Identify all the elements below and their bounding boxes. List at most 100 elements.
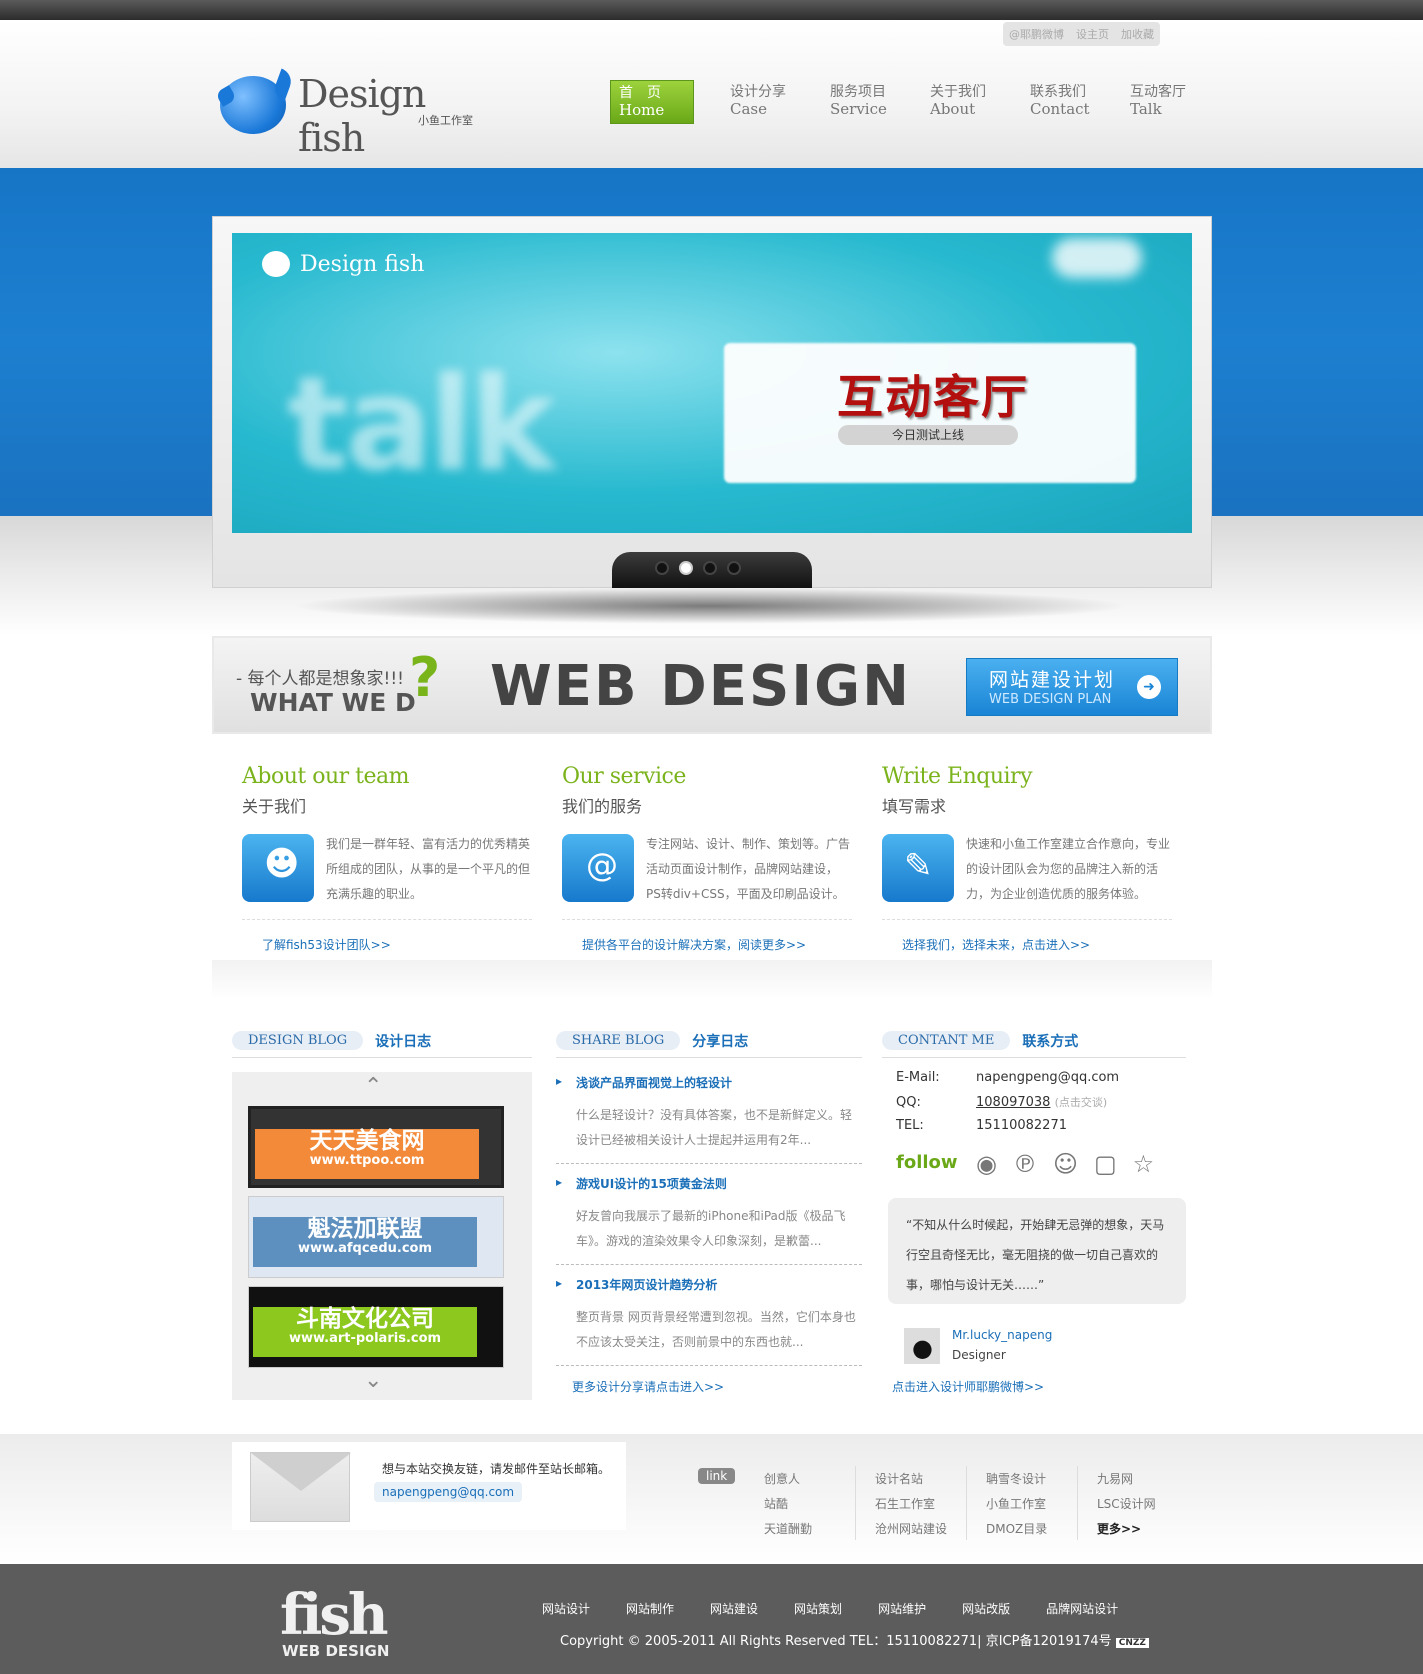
footer-nav-item[interactable]: 网站设计 <box>542 1600 590 1617</box>
slider-dot[interactable] <box>727 561 741 575</box>
team-icon: ☻ <box>242 834 314 902</box>
nav-service[interactable]: 服务项目 Service <box>822 80 910 124</box>
about-team-column: About our team 关于我们 ☻ 我们是一群年轻、富有活力的优秀精英所… <box>242 764 532 964</box>
section-tag: SHARE BLOG <box>556 1031 681 1050</box>
exchange-links-text: 想与本站交换友链，请发邮件至站长邮箱。 <box>382 1462 611 1476</box>
friend-link[interactable]: 九易网 <box>1097 1470 1133 1487</box>
slider-screen[interactable]: Design fish talk 互动客厅 今日测试上线 <box>232 233 1192 533</box>
copyright: Copyright © 2005-2011 All Rights Reserve… <box>560 1634 1112 1649</box>
monitor-shadow <box>290 588 1130 624</box>
document-edit-icon: ✎ <box>882 834 954 902</box>
more-links[interactable]: 更多>> <box>1097 1520 1141 1537</box>
site-logo[interactable]: Design fish 小鱼工作室 <box>215 68 488 160</box>
designer-name[interactable]: Mr.lucky_napeng <box>952 1328 1052 1342</box>
slider-dot-active[interactable] <box>679 561 693 575</box>
label: TEL: <box>896 1118 924 1133</box>
article-title[interactable]: 游戏UI设计的15项黄金法则 <box>556 1175 862 1192</box>
copyright-text: Copyright © 2005-2011 All Rights Reserve… <box>560 1630 1149 1649</box>
friend-link[interactable]: 沧州网站建设 <box>875 1520 947 1537</box>
qq-icon[interactable]: ☺ <box>1053 1150 1078 1178</box>
article-item: 游戏UI设计的15项黄金法则 好友曾向我展示了最新的iPhone和iPad版《极… <box>556 1175 862 1265</box>
nav-label-en: Talk <box>1130 100 1162 118</box>
blog-thumb[interactable]: 天天美食网 www.ttpoo.com <box>248 1106 504 1188</box>
chevron-up-icon[interactable]: ⌃ <box>364 1074 382 1099</box>
nav-talk[interactable]: 互动客厅 Talk <box>1122 80 1210 124</box>
contact-header: CONTANT ME 联系方式 <box>882 1024 1186 1058</box>
article-desc: 什么是轻设计？没有具体答案，也不是新鲜定义。轻设计已经被相关设计人士提起并运用有… <box>576 1108 853 1147</box>
friend-link[interactable]: LSC设计网 <box>1097 1495 1156 1512</box>
nav-label: 关于我们 <box>930 84 986 100</box>
share-more-link[interactable]: 更多设计分享请点击进入>> <box>572 1378 724 1395</box>
label: QQ: <box>896 1095 921 1110</box>
web-design-plan-button[interactable]: 网站建设计划 WEB DESIGN PLAN ➜ <box>966 658 1178 716</box>
blog-thumb[interactable]: 斗南文化公司 www.art-polaris.com <box>248 1286 504 1368</box>
footer-nav-item[interactable]: 网站建设 <box>710 1600 758 1617</box>
nav-case[interactable]: 设计分享 Case <box>722 80 810 124</box>
article-desc: 整页背景 网页背景经常遭到忽视。当然，它们本身也不应该太受关注，否则前景中的东西… <box>576 1310 856 1349</box>
column-subtitle: 填写需求 <box>882 797 947 816</box>
footer-nav-item[interactable]: 网站策划 <box>794 1600 842 1617</box>
person-icon: ● <box>912 1334 933 1362</box>
slider-dot[interactable] <box>655 561 669 575</box>
thumb-url: www.afqcedu.com <box>297 1241 433 1257</box>
tel-row: TEL: 15110082271 <box>896 1118 1067 1133</box>
cloud-decoration <box>1052 238 1142 278</box>
friend-link[interactable]: 站酷 <box>764 1495 788 1512</box>
article-item: 2013年网页设计趋势分析 整页背景 网页背景经常遭到忽视。当然，它们本身也不应… <box>556 1276 862 1366</box>
friend-link[interactable]: 小鱼工作室 <box>986 1495 1046 1512</box>
section-title: 设计日志 <box>375 1033 432 1050</box>
friend-link[interactable]: 聃雪冬设计 <box>986 1470 1046 1487</box>
footer-nav-item[interactable]: 网站改版 <box>962 1600 1010 1617</box>
about-team-more-link[interactable]: 了解fish53设计团队>> <box>262 936 391 953</box>
thumb-label: 斗南文化公司 www.art-polaris.com <box>253 1306 477 1357</box>
link-tag: link <box>698 1468 736 1484</box>
weibo-link[interactable]: @耶鹏微博 <box>1009 26 1064 42</box>
nav-about[interactable]: 关于我们 About <box>922 80 1010 124</box>
qq-note: (点击交谈) <box>1054 1096 1108 1109</box>
footer-logo: fish <box>280 1582 389 1648</box>
add-favorite-link[interactable]: 加收藏 <box>1121 26 1154 42</box>
article-title[interactable]: 2013年网页设计趋势分析 <box>556 1276 862 1293</box>
chevron-down-icon[interactable]: ⌄ <box>364 1368 382 1393</box>
friend-link[interactable]: 设计名站 <box>875 1470 923 1487</box>
weibo-icon[interactable]: ◉ <box>976 1150 997 1178</box>
friend-link[interactable]: 天道酬勤 <box>764 1520 812 1537</box>
cnzz-badge[interactable]: CNZZ <box>1115 1638 1149 1648</box>
friend-link[interactable]: DMOZ目录 <box>986 1520 1047 1537</box>
banner-title: WEB DESIGN <box>490 654 911 719</box>
nav-contact[interactable]: 联系我们 Contact <box>1022 80 1110 124</box>
enquiry-more-link[interactable]: 选择我们，选择未来，点击进入>> <box>902 936 1090 953</box>
divider <box>882 919 1172 920</box>
qq-value[interactable]: 108097038 <box>976 1095 1050 1110</box>
email-value[interactable]: napengpeng@qq.com <box>976 1070 1119 1085</box>
arrow-right-icon: ➜ <box>1137 675 1161 699</box>
service-more-link[interactable]: 提供各平台的设计解决方案，阅读更多>> <box>582 936 806 953</box>
contact-email[interactable]: napengpeng@qq.com <box>374 1482 523 1502</box>
designer-weibo-link[interactable]: 点击进入设计师耶鹏微博>> <box>892 1378 1044 1395</box>
footer-nav-item[interactable]: 网站制作 <box>626 1600 674 1617</box>
top-bar <box>0 0 1423 20</box>
slider-dots <box>655 561 741 575</box>
friend-link[interactable]: 石生工作室 <box>875 1495 935 1512</box>
slider-dot[interactable] <box>703 561 717 575</box>
pinterest-icon[interactable]: ℗ <box>1013 1150 1037 1178</box>
friend-link[interactable]: 创意人 <box>764 1470 800 1487</box>
banner-what-we-do: WHAT WE D <box>250 688 416 717</box>
footer-band <box>0 1434 1423 1564</box>
nav-label: 联系我们 <box>1030 84 1086 100</box>
tencent-icon[interactable]: ▢ <box>1094 1150 1117 1178</box>
article-title[interactable]: 浅谈产品界面视觉上的轻设计 <box>556 1074 862 1091</box>
footer-nav-item[interactable]: 网站维护 <box>878 1600 926 1617</box>
nav-home[interactable]: 首 页 Home <box>610 80 694 124</box>
nav-label-en: Case <box>730 100 767 118</box>
section-tag: CONTANT ME <box>882 1031 1011 1050</box>
footer-nav-item[interactable]: 品牌网站设计 <box>1046 1600 1118 1617</box>
blog-thumb[interactable]: 魁法加联盟 www.afqcedu.com <box>248 1196 504 1278</box>
envelope-icon <box>250 1452 351 1522</box>
slide-brand-text: Design fish <box>300 251 425 277</box>
divider <box>562 919 852 920</box>
main-nav: 首 页 Home 设计分享 Case 服务项目 Service 关于我们 About 联… <box>610 80 1210 124</box>
star-icon[interactable]: ☆ <box>1133 1150 1155 1178</box>
set-homepage-link[interactable]: 设主页 <box>1076 26 1109 42</box>
label: E-Mail: <box>896 1070 940 1085</box>
